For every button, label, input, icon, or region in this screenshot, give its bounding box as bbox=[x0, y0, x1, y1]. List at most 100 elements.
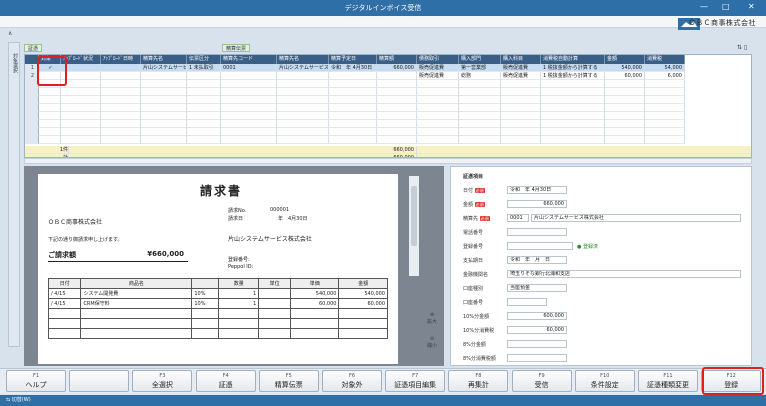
grid-cell[interactable] bbox=[459, 128, 501, 136]
grid-cell[interactable]: 販売促進費 bbox=[501, 64, 541, 72]
grid-cell[interactable]: 1 税抜金額から計算する bbox=[541, 72, 605, 80]
bank-field[interactable]: 埼玉りそな銀行北浦和支店 bbox=[507, 270, 741, 278]
grid-cell[interactable] bbox=[101, 96, 141, 104]
target-checkbox[interactable] bbox=[39, 136, 61, 144]
grid-cell[interactable] bbox=[141, 120, 187, 128]
grid-cell[interactable] bbox=[329, 104, 377, 112]
grid-cell[interactable] bbox=[277, 112, 329, 120]
grid-cell[interactable] bbox=[501, 104, 541, 112]
fkey-f3-button[interactable]: F3 全選択 bbox=[132, 370, 193, 392]
grid-cell[interactable] bbox=[501, 120, 541, 128]
column-header[interactable]: 精算額 bbox=[377, 55, 417, 64]
grid-cell[interactable] bbox=[141, 96, 187, 104]
grid-cell[interactable] bbox=[141, 136, 187, 144]
grid-cell[interactable] bbox=[417, 112, 459, 120]
grid-cell[interactable] bbox=[61, 88, 101, 96]
grid-cell[interactable] bbox=[141, 128, 187, 136]
row-number[interactable] bbox=[25, 112, 39, 120]
account-type-select[interactable]: 当座預金 bbox=[507, 284, 567, 292]
fkey-f7-button[interactable]: F7 証憑項目編集 bbox=[385, 370, 446, 392]
grid-cell[interactable] bbox=[329, 128, 377, 136]
grid-cell[interactable] bbox=[101, 136, 141, 144]
grid-cell[interactable]: 総務 bbox=[459, 72, 501, 80]
r8-amount-field[interactable] bbox=[507, 340, 567, 348]
document-scrollbar[interactable] bbox=[409, 176, 419, 276]
grid-cell[interactable]: 540,000 bbox=[605, 64, 645, 72]
grid-cell[interactable] bbox=[541, 112, 605, 120]
grid-cell[interactable] bbox=[417, 96, 459, 104]
grid-cell[interactable] bbox=[61, 112, 101, 120]
grid-cell[interactable] bbox=[501, 88, 541, 96]
grid-cell[interactable] bbox=[501, 96, 541, 104]
grid-cell[interactable]: 6,000 bbox=[645, 72, 685, 80]
grid-cell[interactable] bbox=[187, 88, 221, 96]
target-checkbox[interactable] bbox=[39, 128, 61, 136]
grid-cell[interactable] bbox=[417, 128, 459, 136]
grid-cell[interactable] bbox=[329, 80, 377, 88]
zoom-out-button[interactable]: ⊖ 縮小 bbox=[424, 336, 440, 349]
column-header[interactable]: ｱｯﾌﾟﾛｰﾄﾞ状況 bbox=[61, 55, 101, 64]
column-header[interactable]: 金額 bbox=[605, 55, 645, 64]
phone-field[interactable] bbox=[507, 228, 567, 236]
grid-cell[interactable]: 片山システムサービス株 bbox=[277, 64, 329, 72]
voucher-grid[interactable]: 対象 ｱｯﾌﾟﾛｰﾄﾞ状況 ｱｯﾌﾟﾛｰﾄﾞ日時 精算先名 伝票区分 精算先コード 精算先名… bbox=[24, 54, 752, 158]
grid-cell[interactable] bbox=[277, 80, 329, 88]
grid-cell[interactable] bbox=[329, 120, 377, 128]
grid-cell[interactable] bbox=[541, 128, 605, 136]
grid-cell[interactable] bbox=[459, 80, 501, 88]
grid-cell[interactable] bbox=[277, 128, 329, 136]
grid-cell[interactable] bbox=[221, 88, 277, 96]
grid-cell[interactable] bbox=[459, 96, 501, 104]
column-header[interactable]: 消費税自動計算 bbox=[541, 55, 605, 64]
column-header[interactable]: 消費税 bbox=[645, 55, 685, 64]
pay-date-field[interactable]: 令和 年 月 日 bbox=[507, 256, 567, 264]
collapse-icon[interactable]: ∧ bbox=[8, 30, 16, 38]
grid-cell[interactable] bbox=[377, 88, 417, 96]
grid-cell[interactable] bbox=[61, 72, 101, 80]
r10-tax-field[interactable]: 60,000 bbox=[507, 326, 567, 334]
grid-cell[interactable]: 令和 年 4月30日 bbox=[329, 64, 377, 72]
grid-cell[interactable] bbox=[277, 96, 329, 104]
close-button[interactable]: ✕ bbox=[748, 2, 755, 11]
grid-cell[interactable] bbox=[101, 88, 141, 96]
grid-cell[interactable] bbox=[221, 72, 277, 80]
grid-cell[interactable] bbox=[645, 104, 685, 112]
grid-cell[interactable]: 660,000 bbox=[377, 64, 417, 72]
payee-code-field[interactable]: 0001 bbox=[507, 214, 529, 222]
column-header[interactable]: 購入科目 bbox=[501, 55, 541, 64]
grid-cell[interactable] bbox=[61, 80, 101, 88]
switch-button[interactable]: 切替(W) bbox=[12, 397, 31, 403]
column-header[interactable]: 精算先名 bbox=[277, 55, 329, 64]
grid-cell[interactable] bbox=[221, 128, 277, 136]
grid-horizontal-scrollbar[interactable] bbox=[24, 158, 752, 164]
grid-cell[interactable] bbox=[541, 96, 605, 104]
grid-cell[interactable] bbox=[187, 80, 221, 88]
maximize-button[interactable]: □ bbox=[722, 2, 730, 11]
row-number[interactable] bbox=[25, 104, 39, 112]
grid-cell[interactable] bbox=[141, 72, 187, 80]
grid-cell[interactable] bbox=[459, 120, 501, 128]
account-number-field[interactable] bbox=[507, 298, 547, 306]
grid-cell[interactable] bbox=[187, 136, 221, 144]
grid-cell[interactable] bbox=[645, 80, 685, 88]
grid-cell[interactable] bbox=[377, 128, 417, 136]
grid-settings-icon[interactable]: ⇅ ▯ bbox=[737, 44, 747, 51]
fkey-f10-button[interactable]: F10 条件設定 bbox=[574, 370, 635, 392]
grid-cell[interactable] bbox=[377, 80, 417, 88]
grid-cell[interactable] bbox=[277, 136, 329, 144]
row-number[interactable] bbox=[25, 128, 39, 136]
grid-cell[interactable] bbox=[501, 80, 541, 88]
grid-cell[interactable] bbox=[277, 104, 329, 112]
grid-cell[interactable] bbox=[541, 136, 605, 144]
fkey-blank-button[interactable] bbox=[69, 370, 130, 392]
fkey-f11-button[interactable]: F11 証憑種類変更 bbox=[638, 370, 698, 392]
grid-cell[interactable] bbox=[459, 88, 501, 96]
grid-cell[interactable] bbox=[61, 136, 101, 144]
target-checkbox[interactable] bbox=[39, 112, 61, 120]
payee-name-field[interactable]: 片山システムサービス株式会社 bbox=[531, 214, 741, 222]
grid-cell[interactable] bbox=[187, 96, 221, 104]
grid-cell[interactable] bbox=[605, 96, 645, 104]
column-header[interactable]: 精算先名 bbox=[141, 55, 187, 64]
grid-cell[interactable]: 第一営業部 bbox=[459, 64, 501, 72]
grid-cell[interactable] bbox=[61, 128, 101, 136]
